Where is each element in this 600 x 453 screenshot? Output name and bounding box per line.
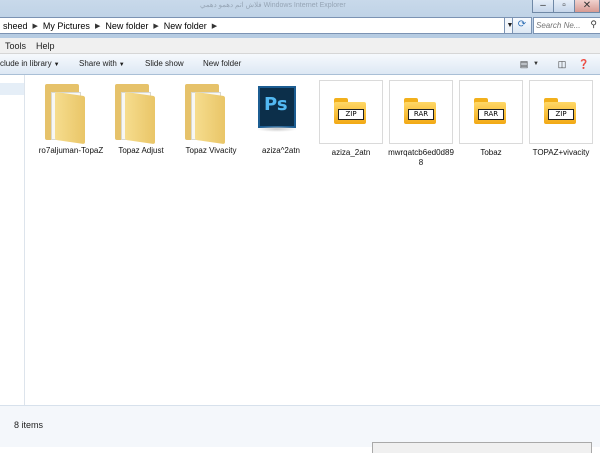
- status-bar: 8 items: [0, 405, 600, 453]
- status-panel: [372, 442, 592, 453]
- breadcrumb-item[interactable]: New folder: [101, 21, 152, 31]
- minimize-button[interactable]: –: [532, 0, 554, 13]
- breadcrumb-item[interactable]: sheed: [0, 21, 32, 31]
- include-in-library-button[interactable]: clude in library ▼: [0, 59, 60, 68]
- chevron-right-icon[interactable]: ▶: [32, 22, 39, 30]
- search-box[interactable]: ⚲: [533, 17, 600, 34]
- chevron-right-icon[interactable]: ▶: [211, 22, 218, 30]
- file-name: aziza^2atn: [262, 146, 300, 155]
- search-input[interactable]: [534, 18, 586, 33]
- change-view-button[interactable]: ▤: [517, 58, 531, 70]
- view-options-button[interactable]: ▼: [532, 58, 540, 70]
- menu-bar: Tools Help: [0, 38, 600, 54]
- folder-item[interactable]: Topaz Adjust: [108, 80, 174, 156]
- close-button[interactable]: ✕: [574, 0, 600, 13]
- chevron-down-icon: ▼: [118, 62, 125, 68]
- chevron-right-icon[interactable]: ▶: [94, 22, 101, 30]
- navigation-pane[interactable]: [0, 75, 25, 405]
- rar-archive-icon: RAR: [459, 80, 523, 144]
- view-icon: ▤: [519, 59, 529, 69]
- file-list[interactable]: ro7aljuman-TopaZ Topaz Adjust Topaz Viva…: [25, 75, 600, 405]
- share-with-button[interactable]: Share with ▼: [79, 59, 125, 68]
- rar-archive-icon: RAR: [389, 80, 453, 144]
- file-item[interactable]: ZIP aziza_2atn: [318, 80, 384, 158]
- photoshop-file-icon: Ps: [250, 80, 312, 142]
- file-item[interactable]: Ps aziza^2atn: [248, 80, 314, 156]
- folder-icon: [110, 80, 172, 145]
- refresh-button[interactable]: ⟳: [512, 17, 532, 34]
- new-folder-button[interactable]: New folder: [203, 59, 241, 68]
- file-name: Topaz Vivacity: [185, 146, 237, 155]
- folder-icon: [40, 80, 102, 145]
- title-bar: فلاش اتم دهمو دهمي Windows Internet Expl…: [0, 0, 600, 38]
- breadcrumb-item[interactable]: New folder: [160, 21, 211, 31]
- folder-item[interactable]: Topaz Vivacity: [178, 80, 244, 156]
- file-name: aziza_2atn: [331, 148, 371, 157]
- slide-show-button[interactable]: Slide show: [145, 59, 184, 68]
- maximize-button[interactable]: ▫: [553, 0, 575, 13]
- command-bar: clude in library ▼ Share with ▼ Slide show…: [0, 54, 600, 75]
- breadcrumb[interactable]: sheed ▶ My Pictures ▶ New folder ▶ New f…: [0, 17, 505, 34]
- preview-pane-icon: ◫: [557, 59, 567, 69]
- window-title: فلاش اتم دهمو دهمي Windows Internet Expl…: [200, 2, 346, 9]
- file-item[interactable]: RAR mwrqatcb6ed0d898: [388, 80, 454, 168]
- nav-selected-item[interactable]: [0, 83, 24, 95]
- share-with-label: Share with: [79, 59, 117, 68]
- chevron-right-icon[interactable]: ▶: [152, 22, 159, 30]
- menu-item-help[interactable]: Help: [31, 41, 60, 51]
- zip-archive-icon: ZIP: [529, 80, 593, 144]
- file-item[interactable]: ZIP TOPAZ+vivacity: [528, 80, 594, 158]
- folder-item[interactable]: ro7aljuman-TopaZ: [38, 80, 104, 156]
- file-item[interactable]: RAR Tobaz: [458, 80, 524, 158]
- preview-pane-button[interactable]: ◫: [555, 58, 569, 70]
- refresh-icon: ⟳: [517, 19, 527, 30]
- include-in-library-label: clude in library: [0, 59, 52, 68]
- zip-archive-icon: ZIP: [319, 80, 383, 144]
- chevron-down-icon: ▼: [533, 61, 539, 67]
- help-button[interactable]: ❓: [577, 58, 591, 70]
- file-name: Topaz Adjust: [118, 146, 164, 155]
- file-name: ro7aljuman-TopaZ: [38, 146, 104, 155]
- file-name: mwrqatcb6ed0d898: [388, 148, 454, 167]
- file-name: Tobaz: [480, 148, 502, 157]
- folder-icon: [180, 80, 242, 145]
- item-count: 8 items: [14, 420, 44, 430]
- help-icon: ❓: [578, 59, 590, 69]
- chevron-down-icon: ▼: [53, 62, 60, 68]
- menu-item-tools[interactable]: Tools: [0, 41, 31, 51]
- file-name: TOPAZ+vivacity: [532, 148, 590, 157]
- breadcrumb-item[interactable]: My Pictures: [39, 21, 94, 31]
- search-icon[interactable]: ⚲: [590, 19, 597, 30]
